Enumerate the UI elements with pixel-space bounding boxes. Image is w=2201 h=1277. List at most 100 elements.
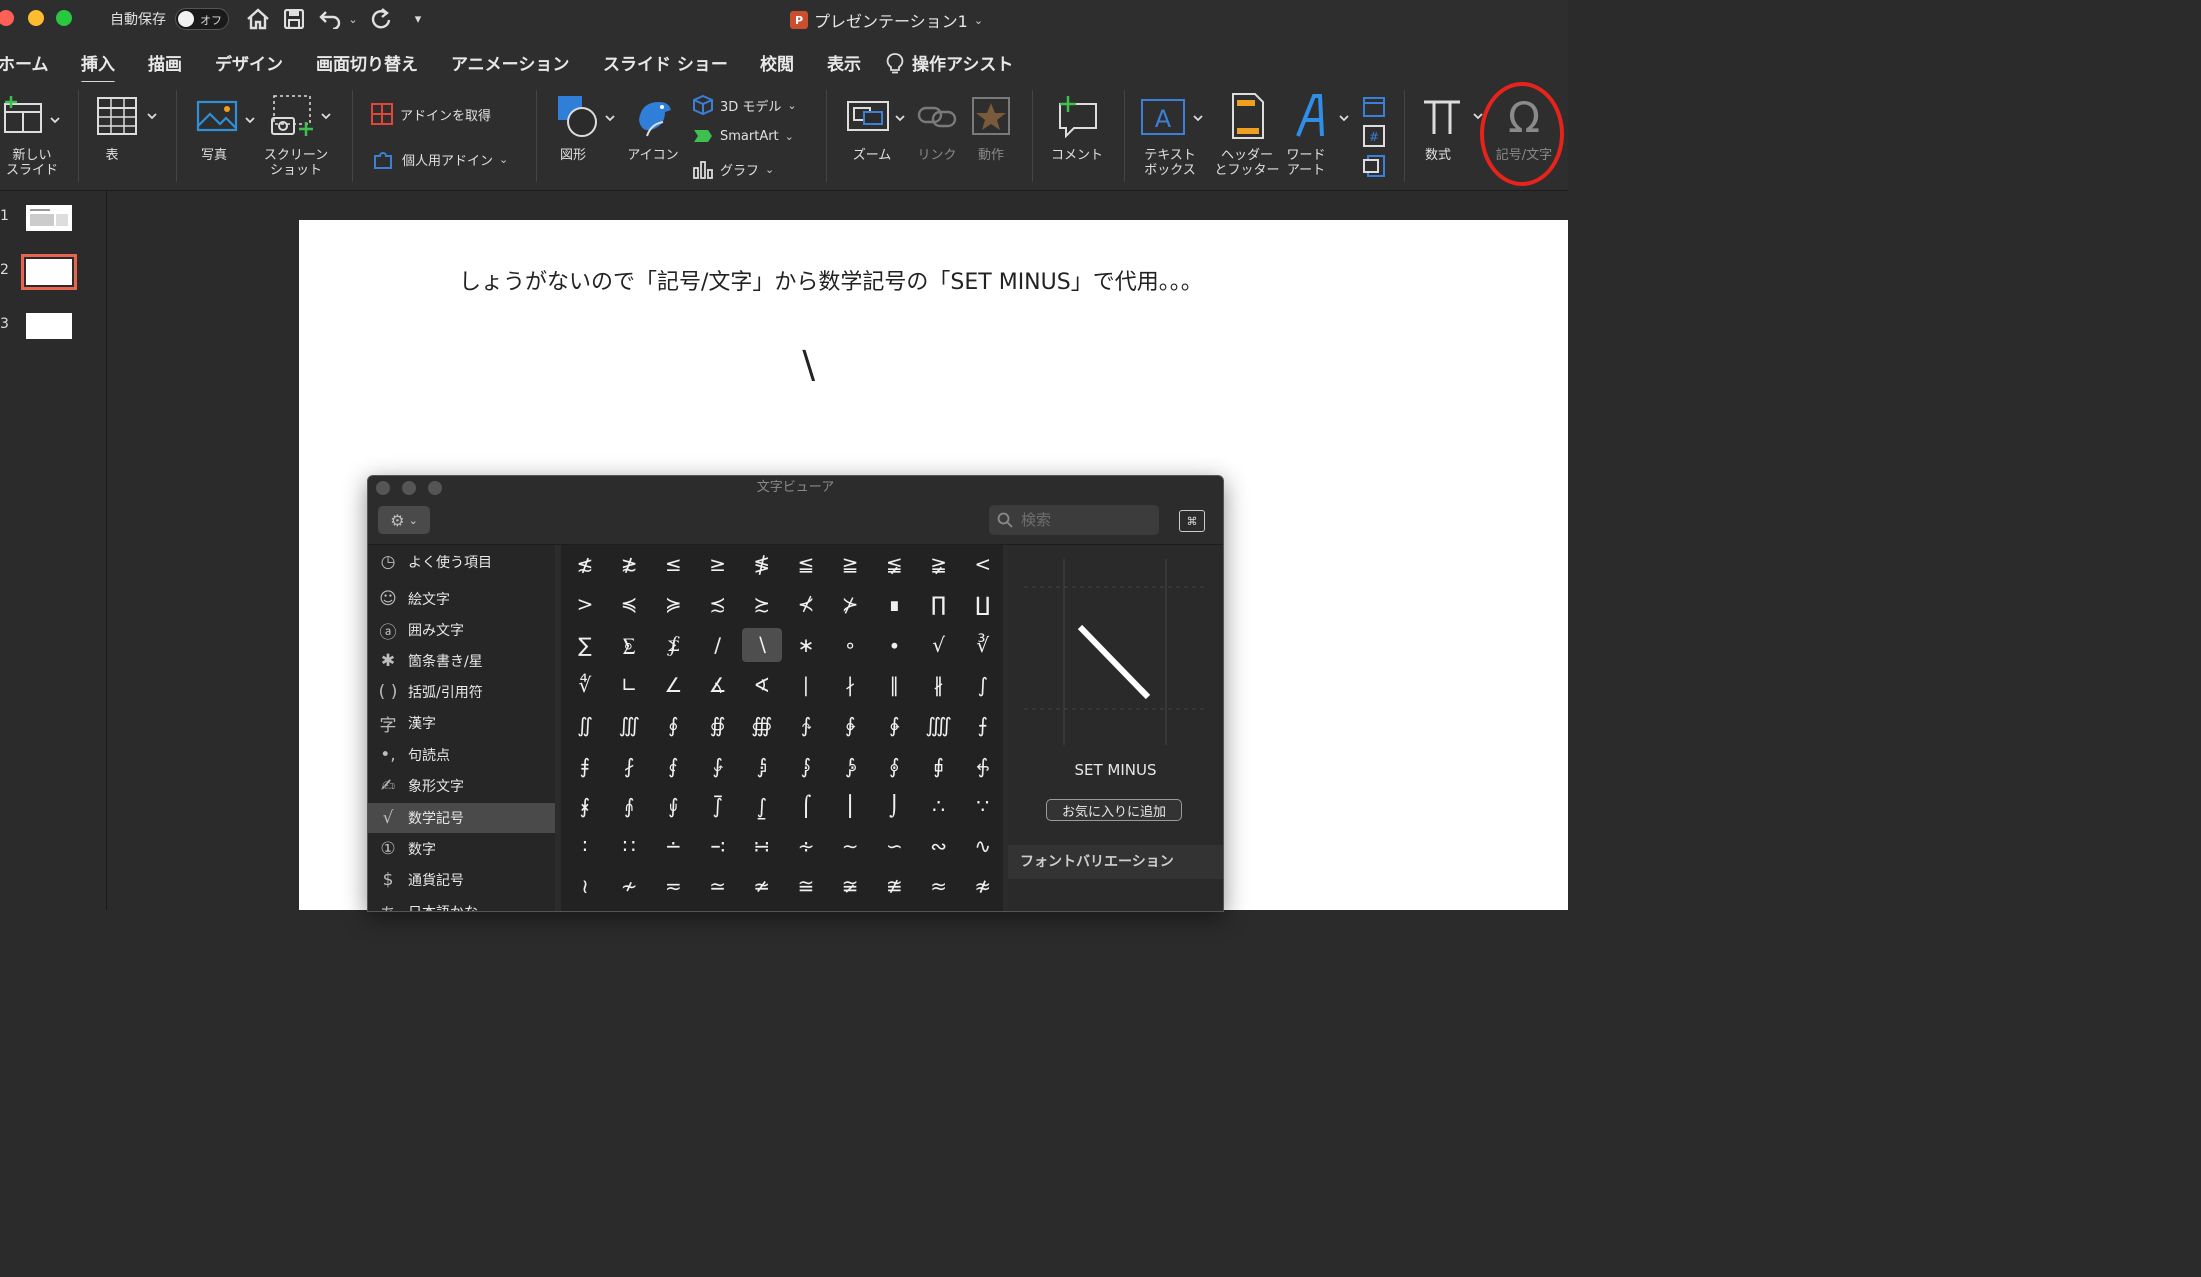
my-addins-button[interactable]: 個人用アドイン ⌄ <box>372 148 508 170</box>
character-cell[interactable]: ⨓ <box>786 749 826 783</box>
character-cell[interactable]: ⨙ <box>609 789 649 823</box>
close-window-button[interactable] <box>0 10 14 26</box>
character-cell[interactable]: ⨒ <box>742 749 782 783</box>
tab-tell-me[interactable]: 操作アシスト <box>886 50 1013 75</box>
minimize-window-button[interactable] <box>28 10 44 26</box>
character-cell[interactable]: ⨍ <box>963 708 1003 742</box>
character-cell[interactable]: ∶ <box>565 829 605 863</box>
character-cell[interactable]: ∲ <box>830 708 870 742</box>
save-icon[interactable] <box>282 5 306 33</box>
character-cell[interactable]: ∤ <box>830 668 870 702</box>
character-cell[interactable]: ∏ <box>919 587 959 621</box>
character-cell[interactable]: ∼ <box>830 829 870 863</box>
character-cell[interactable]: ≉ <box>963 869 1003 903</box>
slide-thumbnail-3[interactable] <box>26 313 72 339</box>
redo-icon[interactable] <box>368 5 396 33</box>
title-chevron-icon[interactable]: ⌄ <box>974 14 983 27</box>
character-cell[interactable]: ≥ <box>698 547 738 581</box>
character-cell[interactable]: ∭ <box>609 708 649 742</box>
character-cell[interactable]: ∷ <box>609 829 649 863</box>
textbox-button[interactable]: A テキスト ボックス <box>1138 90 1208 178</box>
tab-slideshow[interactable]: スライド ショー <box>603 50 728 75</box>
character-cell[interactable]: ∦ <box>919 668 959 702</box>
character-cell[interactable]: ⨔ <box>830 749 870 783</box>
zoom-button[interactable]: ズーム <box>842 90 908 163</box>
character-cell[interactable]: ∻ <box>786 829 826 863</box>
character-cell[interactable]: ∎ <box>874 587 914 621</box>
character-cell[interactable]: ∾ <box>919 829 959 863</box>
character-cell[interactable]: ∿ <box>963 829 1003 863</box>
character-cell[interactable]: ⨏ <box>609 749 649 783</box>
character-cell[interactable]: ∡ <box>698 668 738 702</box>
character-cell[interactable]: ⨚ <box>653 789 693 823</box>
character-cell[interactable]: ⌠ <box>786 789 826 823</box>
character-cell[interactable]: ≵ <box>609 547 649 581</box>
character-cell[interactable]: ∺ <box>742 829 782 863</box>
tab-view[interactable]: 表示 <box>827 50 861 75</box>
character-cell[interactable]: ≅ <box>786 869 826 903</box>
character-cell[interactable]: ≂ <box>653 869 693 903</box>
character-cell[interactable]: ≾ <box>698 587 738 621</box>
category-item[interactable]: ☺ 絵文字 <box>368 584 555 614</box>
character-cell[interactable]: ⨘ <box>565 789 605 823</box>
character-cell[interactable]: ⨕ <box>874 749 914 783</box>
slide-thumbnail-1[interactable] <box>26 205 72 231</box>
comment-button[interactable]: コメント <box>1044 90 1110 163</box>
character-cell[interactable]: ⊀ <box>786 587 826 621</box>
character-cell[interactable]: ∢ <box>742 668 782 702</box>
character-cell[interactable]: ≀ <box>565 869 605 903</box>
character-cell[interactable]: > <box>565 587 605 621</box>
character-cell[interactable]: ≈ <box>919 869 959 903</box>
shapes-button[interactable]: 図形 <box>552 90 618 163</box>
tab-review[interactable]: 校閲 <box>760 50 794 75</box>
character-cell[interactable]: ∬ <box>565 708 605 742</box>
character-cell[interactable]: ≁ <box>609 869 649 903</box>
tab-home[interactable]: ホーム <box>0 50 49 75</box>
category-item[interactable]: •, 句読点 <box>368 740 555 770</box>
character-cell[interactable]: ∑ <box>565 628 605 662</box>
home-icon[interactable] <box>244 5 272 33</box>
tab-insert[interactable]: 挿入 <box>81 50 115 84</box>
character-cell[interactable]: ∣ <box>786 668 826 702</box>
category-item[interactable]: ✱ 箇条書き/星 <box>368 646 555 676</box>
undo-icon[interactable] <box>316 5 344 33</box>
character-cell[interactable]: ≨ <box>874 547 914 581</box>
category-item[interactable]: ( ) 括弧/引用符 <box>368 677 555 707</box>
slide-text-box[interactable]: しょうがないので「記号/文字」から数学記号の「SET MINUS」で代用。。。 <box>459 264 1203 296</box>
character-cell[interactable]: ∖ <box>741 627 782 662</box>
character-cell[interactable]: ⎮ <box>830 789 870 823</box>
character-cell[interactable]: ⌡ <box>874 789 914 823</box>
link-button[interactable]: リンク <box>910 90 964 163</box>
character-cell[interactable]: ⨗ <box>963 749 1003 783</box>
smartart-button[interactable]: SmartArt ⌄ <box>692 126 794 146</box>
table-button[interactable]: 表 <box>94 90 160 163</box>
character-cell[interactable]: ≤ <box>653 547 693 581</box>
search-input[interactable] <box>1019 510 1143 530</box>
character-cell[interactable]: ∟ <box>609 668 649 702</box>
character-cell[interactable]: ≧ <box>830 547 870 581</box>
equation-button[interactable]: 数式 <box>1416 90 1486 163</box>
character-cell[interactable]: ≽ <box>653 587 693 621</box>
character-cell[interactable]: ⨊ <box>609 628 649 662</box>
category-item[interactable]: あ日本語かな <box>368 897 555 912</box>
character-cell[interactable]: ∳ <box>874 708 914 742</box>
autosave-toggle[interactable]: オフ <box>175 8 229 30</box>
tab-draw[interactable]: 描画 <box>148 50 182 75</box>
zoom-window-button[interactable] <box>56 10 72 26</box>
character-cell[interactable]: ≴ <box>565 547 605 581</box>
object-button[interactable] <box>1362 154 1386 178</box>
character-cell[interactable]: ⨎ <box>565 749 605 783</box>
character-cell[interactable]: ∸ <box>653 829 693 863</box>
slide-number-button[interactable]: # <box>1362 124 1386 148</box>
tab-animations[interactable]: アニメーション <box>451 50 569 75</box>
character-cell[interactable]: ≇ <box>874 869 914 903</box>
category-item[interactable]: ✍ 象形文字 <box>368 771 555 801</box>
category-item[interactable]: 字漢字 <box>368 708 555 738</box>
character-cell[interactable]: ∽ <box>874 829 914 863</box>
character-cell[interactable]: ∵ <box>963 789 1003 823</box>
character-cell[interactable]: √ <box>919 628 959 662</box>
character-cell[interactable]: ∛ <box>963 628 1003 662</box>
character-cell[interactable]: ≩ <box>919 547 959 581</box>
slide-thumbnail-2[interactable] <box>21 254 77 290</box>
character-cell[interactable]: ≃ <box>698 869 738 903</box>
